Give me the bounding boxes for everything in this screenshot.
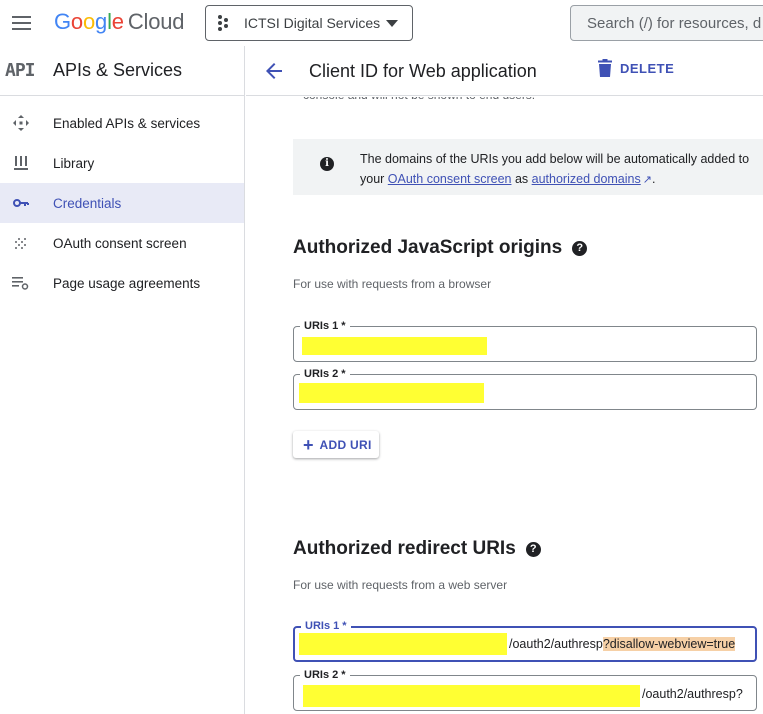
help-icon[interactable]: ? [525,542,541,557]
sidebar: API APIs & Services Enabled APIs & servi… [0,46,245,714]
chevron-down-icon [386,20,398,27]
js-origins-title: Authorized JavaScript origins? [293,237,588,259]
redacted-value [299,383,484,403]
redacted-value [303,685,640,707]
enabled-apis-icon [0,115,53,131]
top-bar: Google Cloud ICTSI Digital Services Searc… [0,0,763,46]
info-banner: i The domains of the URIs you add below … [293,139,763,195]
google-cloud-logo[interactable]: Google Cloud [54,9,184,35]
main-menu-icon[interactable] [12,13,34,33]
sidebar-item-enabled-apis[interactable]: Enabled APIs & services [0,103,244,143]
sidebar-header: API APIs & Services [0,46,244,96]
page-usage-icon [0,276,53,290]
delete-button[interactable]: DELETE [598,59,674,77]
sidebar-item-oauth-consent[interactable]: OAuth consent screen [0,223,244,263]
main-content: console and will not be shown to end use… [246,97,763,714]
js-origins-desc: For use with requests from a browser [293,277,492,291]
help-icon[interactable]: ? [572,241,588,256]
redirect-uris-desc: For use with requests from a web server [293,578,508,592]
highlighted-query: ?disallow-webview=true [602,637,736,651]
page-title: Client ID for Web application [309,61,537,81]
clipped-description: console and will not be shown to end use… [303,97,535,105]
js-origin-uri-2-field[interactable]: URIs 2 * [293,367,757,410]
redacted-value [299,633,507,655]
project-name: ICTSI Digital Services [244,15,381,31]
project-picker[interactable]: ICTSI Digital Services [205,5,413,41]
sidebar-item-library[interactable]: Library [0,143,244,183]
sidebar-title: APIs & Services [53,60,183,80]
redirect-uri-2-field[interactable]: URIs 2 * /oauth2/authresp? [293,668,757,711]
info-text: The domains of the URIs you add below wi… [360,152,750,186]
sidebar-item-credentials[interactable]: Credentials [0,183,244,223]
sidebar-item-page-usage[interactable]: Page usage agreements [0,263,244,303]
api-logo-icon: API [5,60,36,81]
trash-icon [598,59,612,77]
library-icon [0,156,53,170]
oauth-consent-screen-link[interactable]: OAuth consent screen [388,172,512,186]
external-link-icon: ↗ [642,174,652,186]
plus-icon: + [303,434,314,455]
project-icon [218,15,234,31]
info-icon: i [320,157,334,171]
redirect-uri-1-field[interactable]: URIs 1 * /oauth2/authresp?disallow-webvi… [293,619,757,662]
search-input[interactable]: Search (/) for resources, d [570,5,763,41]
key-icon [0,198,53,208]
page-header: Client ID for Web application DELETE [246,46,763,96]
oauth-consent-icon [0,236,53,250]
redacted-value [302,337,487,355]
add-js-origin-button[interactable]: + ADD URI [293,431,379,458]
authorized-domains-link[interactable]: authorized domains [532,172,641,186]
redirect-uris-title: Authorized redirect URIs? [293,538,541,560]
js-origin-uri-1-field[interactable]: URIs 1 * [293,319,757,362]
back-arrow-icon[interactable] [262,59,286,83]
